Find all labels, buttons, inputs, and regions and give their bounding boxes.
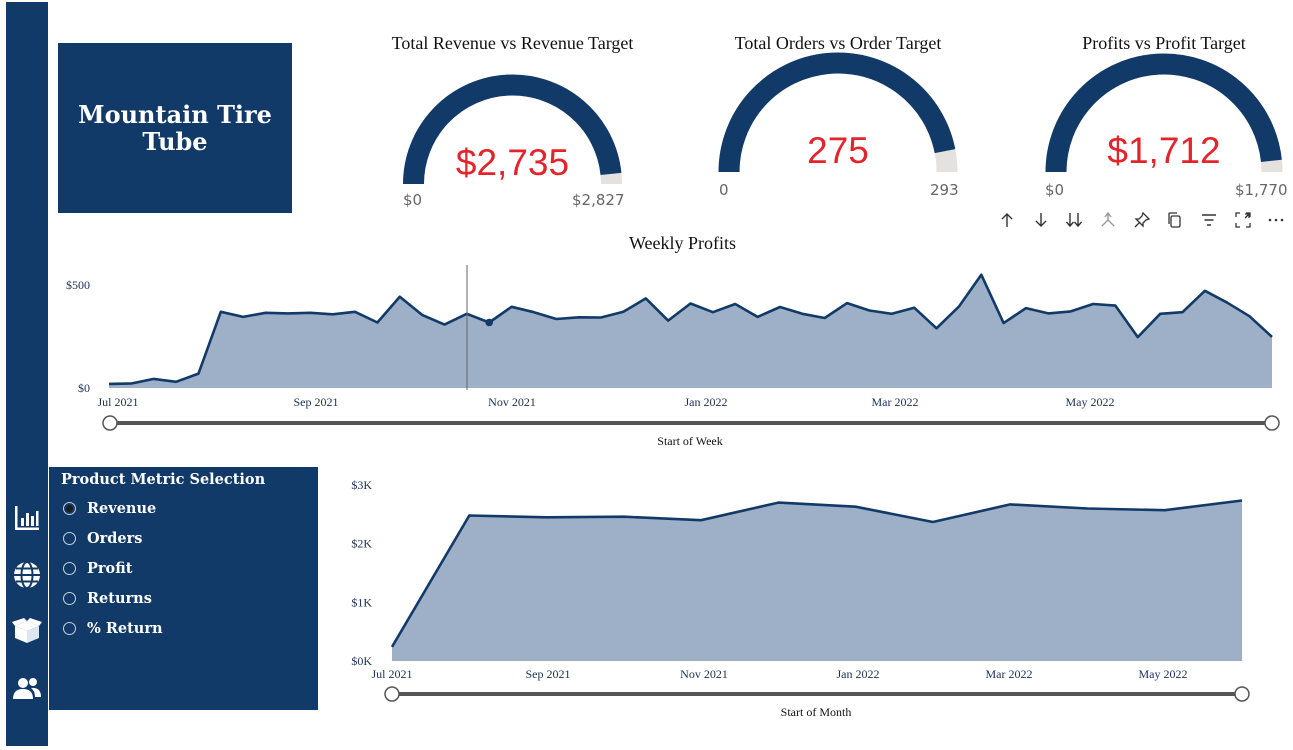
x-tick-label: Sep 2021 [526, 667, 571, 681]
pin-icon[interactable] [1125, 206, 1159, 234]
month-range-start-handle [384, 686, 400, 702]
users-icon[interactable] [12, 674, 42, 704]
gauge-arc [403, 74, 622, 185]
gauge-max-label: $1,770 [1235, 181, 1288, 199]
gauge-max-label: $2,827 [572, 191, 625, 209]
metric-option-revenue[interactable]: Revenue [63, 497, 156, 519]
gauge-arc [1045, 53, 1283, 173]
week-slider-label: Start of Week [657, 434, 723, 448]
x-tick-label: May 2022 [1066, 395, 1115, 409]
x-tick-label: Jan 2022 [685, 395, 728, 409]
y-tick-label: $0 [78, 381, 90, 395]
copy-icon[interactable] [1158, 206, 1192, 234]
y-tick-label: $0K [351, 654, 372, 668]
metric-option-orders[interactable]: Orders [63, 527, 142, 549]
monthly-metric-chart[interactable]: $0K $1K $2K $3K Jul 2021 Sep 2021 Nov 2021 Jan… [340, 470, 1260, 710]
x-tick-label: Jul 2021 [97, 395, 138, 409]
gauge-max-label: 293 [930, 181, 959, 199]
weekly-profits-chart[interactable]: $0 $500 Jul 2021 Sep 2021 Nov 2021 Jan 2022 M… [50, 255, 1293, 455]
globe-icon[interactable] [12, 560, 42, 590]
arrow-up-icon[interactable] [990, 206, 1024, 234]
double-arrow-down-icon[interactable] [1057, 206, 1091, 234]
monthly-area-fill [392, 500, 1242, 661]
weekly-area-fill [109, 274, 1272, 388]
product-metric-slicer: Product Metric Selection Revenue Orders … [49, 467, 318, 710]
y-tick-label: $1K [351, 595, 372, 609]
x-tick-label: Nov 2021 [680, 667, 728, 681]
visual-header-toolbar [990, 206, 1293, 234]
revenue-gauge-card[interactable]: Total Revenue vs Revenue Target $2,735 $… [390, 32, 635, 217]
arrow-down-icon[interactable] [1024, 206, 1058, 234]
orders-gauge-card[interactable]: Total Orders vs Order Target 275 0 293 [706, 32, 970, 204]
gauge-min-label: $0 [403, 191, 423, 209]
y-tick-label: $3K [351, 478, 372, 492]
x-tick-label: Jan 2022 [837, 667, 880, 681]
gauge-min-label: 0 [719, 181, 729, 199]
bar-chart-icon[interactable] [12, 503, 42, 533]
metric-option-profit[interactable]: Profit [63, 557, 132, 579]
metric-option-returns[interactable]: Returns [63, 587, 152, 609]
week-range-end-handle [1264, 415, 1280, 431]
y-tick-label: $2K [351, 537, 372, 551]
weekly-chart-title: Weekly Profits [628, 233, 737, 253]
x-tick-label: Jul 2021 [371, 667, 412, 681]
month-slider-label: Start of Month [780, 705, 852, 719]
slicer-title: Product Metric Selection [61, 471, 266, 488]
y-tick-label: $500 [66, 278, 90, 292]
x-tick-label: Mar 2022 [872, 395, 919, 409]
metric-option-return-pct[interactable]: % Return [63, 617, 163, 639]
radio-empty-icon[interactable] [63, 561, 76, 575]
gauge-value: $2,735 [455, 142, 570, 183]
drill-icon[interactable] [1091, 206, 1125, 234]
x-tick-label: Sep 2021 [294, 395, 339, 409]
brand-name: Mountain Tire Tube [78, 100, 272, 156]
box-icon[interactable] [12, 616, 42, 646]
profits-gauge-card[interactable]: Profits vs Profit Target $1,712 $0 $1,77… [1033, 32, 1293, 204]
more-options-icon[interactable] [1259, 206, 1293, 234]
gauge-value: $1,712 [1107, 130, 1221, 171]
gauge-min-label: $0 [1045, 181, 1065, 199]
x-tick-label: May 2022 [1139, 667, 1188, 681]
radio-empty-icon[interactable] [63, 591, 76, 605]
filter-icon[interactable] [1192, 206, 1226, 234]
gauge-value: 275 [807, 130, 869, 171]
brand-tile: Mountain Tire Tube [58, 43, 292, 213]
focus-mode-icon[interactable] [1226, 206, 1260, 234]
radio-empty-icon[interactable] [63, 531, 76, 545]
hover-point [485, 318, 494, 327]
week-range-start-handle [102, 415, 118, 431]
month-range-end-handle [1234, 686, 1250, 702]
radio-empty-icon[interactable] [63, 621, 76, 635]
gauge-arc [718, 52, 958, 173]
radio-selected-icon[interactable] [63, 501, 76, 515]
x-tick-label: Mar 2022 [986, 667, 1033, 681]
x-tick-label: Nov 2021 [488, 395, 536, 409]
